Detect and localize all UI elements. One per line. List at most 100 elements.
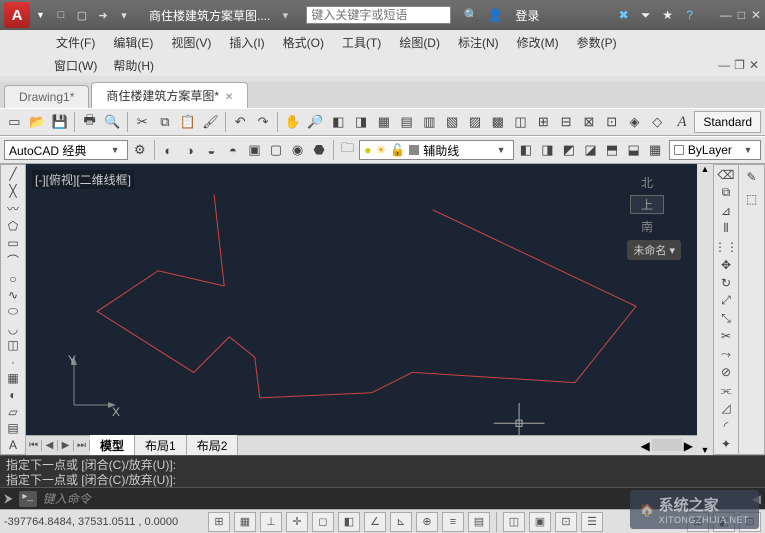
gradient-icon[interactable]: ◐ <box>3 388 23 403</box>
copy-icon[interactable]: ⧉ <box>155 111 176 133</box>
mdi-close-button[interactable]: ✕ <box>749 58 759 72</box>
tool2-icon[interactable]: ◨ <box>351 111 372 133</box>
menu-draw[interactable]: 绘图(D) <box>391 32 448 53</box>
menu-file[interactable]: 文件(F) <box>48 32 103 53</box>
arc-icon[interactable]: ⌒ <box>3 252 23 269</box>
preview-icon[interactable]: 🔍 <box>102 111 123 133</box>
tool1-icon[interactable]: ◧ <box>328 111 349 133</box>
snap-icon[interactable]: ⊞ <box>208 512 230 532</box>
match-icon[interactable]: 🖌 <box>200 111 221 133</box>
layerstate5-icon[interactable]: ⬒ <box>602 139 622 161</box>
tool12-icon[interactable]: ⊠ <box>579 111 600 133</box>
ellipsearc-icon[interactable]: ◡ <box>3 321 23 336</box>
menu-dim[interactable]: 标注(N) <box>450 32 507 53</box>
qat-open-icon[interactable]: ▢ <box>73 6 91 24</box>
cmd-chevron-icon[interactable]: ⮞ <box>4 491 13 506</box>
trim-icon[interactable]: ✂ <box>716 328 736 344</box>
tab-next-icon[interactable]: ▶ <box>58 440 74 451</box>
layer6-icon[interactable]: ▢ <box>266 139 286 161</box>
tpy-icon[interactable]: ▤ <box>468 512 490 532</box>
search-icon[interactable]: 🔍 <box>463 7 479 23</box>
tab-prev-icon[interactable]: ◀ <box>42 440 58 451</box>
minimize-button[interactable]: — <box>720 8 732 22</box>
search-input[interactable] <box>306 6 451 24</box>
ortho-icon[interactable]: ⊥ <box>260 512 282 532</box>
layerstate4-icon[interactable]: ◪ <box>581 139 601 161</box>
layer7-icon[interactable]: ◉ <box>288 139 308 161</box>
maximize-button[interactable]: □ <box>738 8 745 22</box>
layer1-icon[interactable]: ◐ <box>159 139 179 161</box>
paste-icon[interactable]: 📋 <box>177 111 198 133</box>
layer8-icon[interactable]: ⬣ <box>309 139 329 161</box>
table-icon[interactable]: ▤ <box>3 421 23 436</box>
menu-help[interactable]: 帮助(H) <box>105 55 162 76</box>
region-icon[interactable]: ▱ <box>3 404 23 419</box>
menu-param[interactable]: 参数(P) <box>569 32 625 53</box>
mdi-restore-button[interactable]: ❐ <box>734 58 745 72</box>
vscroll-up-icon[interactable]: ▲ <box>701 164 710 174</box>
layerstate3-icon[interactable]: ◩ <box>559 139 579 161</box>
ex2-icon[interactable]: ⬚ <box>742 189 762 209</box>
new-icon[interactable]: ▭ <box>4 111 25 133</box>
menu-window[interactable]: 窗口(W) <box>46 55 105 76</box>
view-menu[interactable]: 未命名 ▾ <box>627 240 681 260</box>
move-icon[interactable]: ✥ <box>716 257 736 273</box>
point-icon[interactable]: · <box>3 355 23 370</box>
explode-icon[interactable]: ✦ <box>716 436 736 452</box>
layerstate6-icon[interactable]: ⬓ <box>624 139 644 161</box>
hscroll-thumb[interactable] <box>652 439 682 451</box>
vscrollbar[interactable]: ▲ ▼ <box>697 164 713 455</box>
menu-edit[interactable]: 编辑(E) <box>105 32 161 53</box>
qat-arrow-icon[interactable]: ➜ <box>94 6 112 24</box>
tool5-icon[interactable]: ▥ <box>419 111 440 133</box>
tool3-icon[interactable]: ▦ <box>373 111 394 133</box>
erase-icon[interactable]: ⌫ <box>716 167 736 183</box>
otrack-icon[interactable]: ∠ <box>364 512 386 532</box>
tab-first-icon[interactable]: ⏮ <box>26 440 42 451</box>
user-icon[interactable]: 👤 <box>487 7 503 23</box>
star-icon[interactable]: ★ <box>660 7 676 23</box>
stretch-icon[interactable]: ⤡ <box>716 311 736 327</box>
tab-drawing1[interactable]: Drawing1* <box>4 85 89 108</box>
model-icon[interactable]: ◫ <box>503 512 525 532</box>
close-button[interactable]: ✕ <box>751 8 761 22</box>
copy2-icon[interactable]: ⧉ <box>716 185 736 201</box>
am-icon[interactable]: ☰ <box>581 512 603 532</box>
cmd-prompt-icon[interactable]: ▸_ <box>19 491 37 507</box>
cube-face[interactable]: 上 <box>630 195 664 214</box>
exchange-icon[interactable]: ✖ <box>616 7 632 23</box>
fillet-icon[interactable]: ◜ <box>716 418 736 434</box>
tab-current[interactable]: 商住楼建筑方案草图*✕ <box>91 82 248 108</box>
view-cube[interactable]: 北 上 南 <box>617 174 677 234</box>
qp-icon[interactable]: ▣ <box>529 512 551 532</box>
vscroll-down-icon[interactable]: ▼ <box>701 445 710 455</box>
ex1-icon[interactable]: ✎ <box>742 167 762 187</box>
rotate-icon[interactable]: ↻ <box>716 275 736 291</box>
save-icon[interactable]: 💾 <box>50 111 71 133</box>
menu-format[interactable]: 格式(O) <box>275 32 332 53</box>
layerstate1-icon[interactable]: ◧ <box>516 139 536 161</box>
tool14-icon[interactable]: ◈ <box>624 111 645 133</box>
login-link[interactable]: 登录 <box>515 7 539 24</box>
spline-icon[interactable]: ∿ <box>3 288 23 303</box>
layerstate7-icon[interactable]: ▦ <box>645 139 665 161</box>
hscroll-left-icon[interactable]: ◀ <box>641 439 650 453</box>
rect-icon[interactable]: ▭ <box>3 236 23 251</box>
tool11-icon[interactable]: ⊟ <box>556 111 577 133</box>
tab-model[interactable]: 模型 <box>90 435 135 456</box>
3dosnap-icon[interactable]: ◧ <box>338 512 360 532</box>
tool8-icon[interactable]: ▩ <box>487 111 508 133</box>
mdi-minimize-button[interactable]: — <box>718 58 730 72</box>
print-icon[interactable]: 🖶 <box>79 111 100 133</box>
chamfer-icon[interactable]: ◿ <box>716 400 736 416</box>
sc-icon[interactable]: ⊡ <box>555 512 577 532</box>
layer-props-icon[interactable]: 🗀 <box>338 139 358 161</box>
tool15-icon[interactable]: ◇ <box>647 111 668 133</box>
dyn-icon[interactable]: ⊕ <box>416 512 438 532</box>
coordinates[interactable]: -397764.8484, 37531.0511 , 0.0000 <box>4 516 204 528</box>
help-icon[interactable]: ? <box>682 7 698 23</box>
app-menu-arrow[interactable]: ▼ <box>36 10 46 20</box>
tab-layout1[interactable]: 布局1 <box>135 435 187 456</box>
lwt-icon[interactable]: ≡ <box>442 512 464 532</box>
menu-insert[interactable]: 插入(I) <box>221 32 272 53</box>
